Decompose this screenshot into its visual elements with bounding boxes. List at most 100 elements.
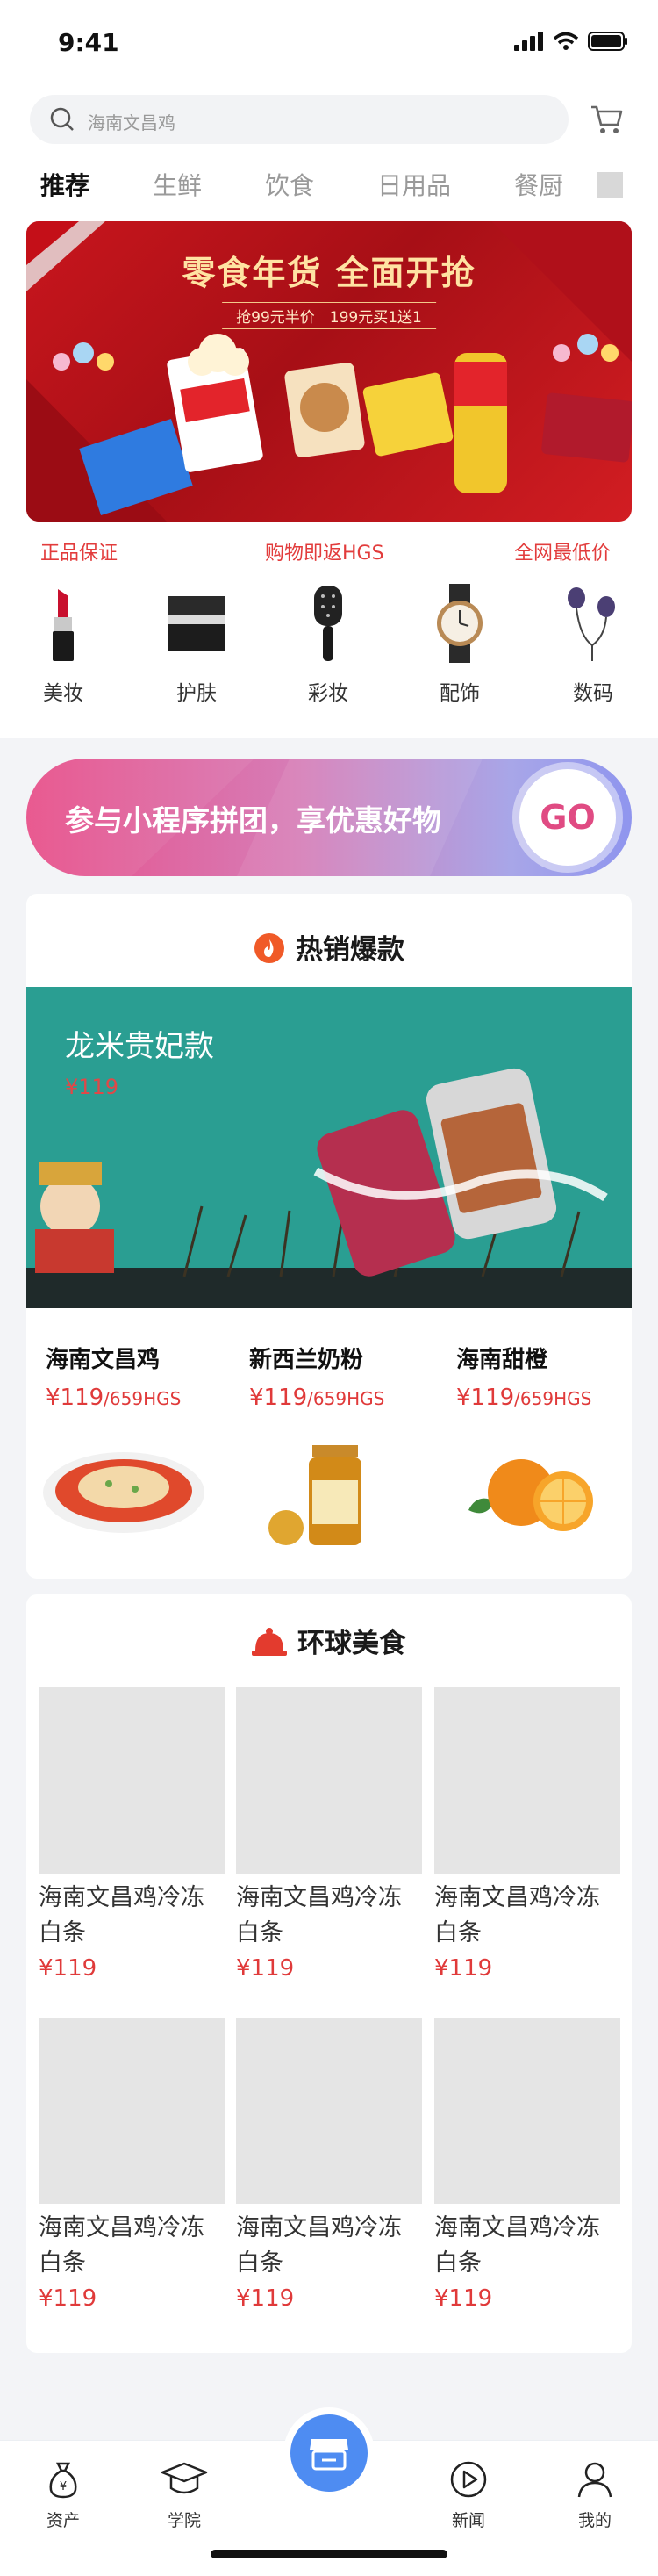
global-item[interactable]: 海南文昌鸡冷冻白条 ¥119 bbox=[236, 2018, 422, 2316]
category-cosmetics[interactable]: 彩妆 bbox=[284, 579, 372, 706]
hot-title-text: 热销爆款 bbox=[296, 934, 404, 966]
product-price: ¥119/659HGS bbox=[456, 1385, 592, 1411]
product-price: ¥119 bbox=[39, 1955, 97, 1982]
battery-icon bbox=[588, 32, 627, 51]
global-item[interactable]: 海南文昌鸡冷冻白条 ¥119 bbox=[39, 2018, 225, 2316]
global-title-text: 环球美食 bbox=[297, 1628, 406, 1659]
product-name: 海南文昌鸡冷冻白条 bbox=[39, 1884, 204, 1946]
store-button-circle bbox=[290, 2414, 368, 2492]
category-skincare[interactable]: 护肤 bbox=[153, 579, 240, 706]
user-icon bbox=[577, 2462, 612, 2498]
product-image-placeholder bbox=[434, 1687, 620, 1874]
graduation-cap-icon bbox=[161, 2462, 208, 2494]
tab-kitchen[interactable]: 餐厨 bbox=[514, 167, 563, 202]
tab-news[interactable]: 新闻 bbox=[433, 2460, 504, 2531]
money-bag-icon: ¥ bbox=[49, 2462, 77, 2499]
product-name: 海南文昌鸡冷冻白条 bbox=[236, 2214, 402, 2277]
category-label: 彩妆 bbox=[308, 682, 348, 705]
category-label: 美妆 bbox=[43, 682, 83, 705]
search-icon bbox=[50, 107, 74, 131]
category-label: 数码 bbox=[573, 682, 613, 705]
go-label: GO bbox=[540, 798, 596, 837]
global-item[interactable]: 海南文昌鸡冷冻白条 ¥119 bbox=[434, 2018, 620, 2316]
status-time: 9:41 bbox=[58, 28, 119, 57]
wifi-icon bbox=[553, 32, 579, 50]
global-item[interactable]: 海南文昌鸡冷冻白条 ¥119 bbox=[236, 1687, 422, 1986]
honey-jar-image bbox=[268, 1445, 361, 1545]
product-price: ¥119/659HGS bbox=[249, 1385, 385, 1411]
hero-product[interactable]: 龙米贵妃款 ¥119 bbox=[26, 987, 632, 1308]
product-image-placeholder bbox=[39, 1687, 225, 1874]
product-name: 海南文昌鸡冷冻白条 bbox=[39, 2214, 204, 2277]
status-icons bbox=[514, 32, 628, 51]
svg-text:¥: ¥ bbox=[60, 2480, 67, 2493]
product-price: ¥119 bbox=[39, 2285, 97, 2312]
hot-title: 热销爆款 bbox=[26, 927, 632, 967]
tab-recommend[interactable]: 推荐 bbox=[40, 167, 89, 202]
guarantee-authentic: 正品保证 bbox=[40, 543, 118, 565]
tab-food[interactable]: 饮食 bbox=[265, 167, 314, 202]
tab-fresh[interactable]: 生鲜 bbox=[153, 167, 202, 202]
product-name: 海南文昌鸡冷冻白条 bbox=[236, 1884, 402, 1946]
global-item[interactable]: 海南文昌鸡冷冻白条 ¥119 bbox=[434, 1687, 620, 1986]
tab-label: 资产 bbox=[46, 2511, 80, 2530]
search-input[interactable]: 海南文昌鸡 bbox=[30, 95, 569, 144]
tab-academy[interactable]: 学院 bbox=[149, 2460, 219, 2531]
store-button[interactable] bbox=[283, 2407, 375, 2499]
search-placeholder: 海南文昌鸡 bbox=[88, 112, 175, 133]
earphones-icon bbox=[568, 587, 615, 661]
cart-icon[interactable] bbox=[590, 104, 625, 135]
signal-icon bbox=[514, 32, 543, 51]
hot-product-orange[interactable]: 海南甜橙 ¥119/659HGS bbox=[456, 1342, 591, 1411]
fire-icon bbox=[254, 933, 284, 963]
category-accessories[interactable]: 配饰 bbox=[416, 579, 504, 706]
watch-icon bbox=[437, 584, 483, 663]
product-image-placeholder bbox=[434, 2018, 620, 2204]
tab-assets[interactable]: ¥ 资产 bbox=[28, 2460, 98, 2531]
banner-title: 零食年货 全面开抢 bbox=[182, 254, 476, 292]
hot-product-milk-powder[interactable]: 新西兰奶粉 ¥119/659HGS bbox=[249, 1342, 384, 1411]
guarantee-cashback: 购物即返HGS bbox=[265, 543, 384, 565]
skincare-box-icon bbox=[168, 596, 225, 651]
hero-price: ¥119 bbox=[65, 1075, 119, 1099]
tab-label: 我的 bbox=[577, 2511, 612, 2530]
go-button[interactable]: GO bbox=[519, 769, 616, 866]
category-tabs: 推荐 生鲜 饮食 日用品 餐厨 bbox=[0, 167, 658, 211]
group-buy-text: 参与小程序拼团，享优惠好物 bbox=[65, 803, 441, 838]
banner-subtitle: 抢99元半价 199元买1送1 bbox=[222, 302, 436, 329]
category-label: 配饰 bbox=[440, 682, 480, 705]
tab-label: 新闻 bbox=[451, 2511, 485, 2530]
tab-mine[interactable]: 我的 bbox=[560, 2460, 630, 2531]
category-digital[interactable]: 数码 bbox=[549, 579, 637, 706]
category-makeup[interactable]: 美妆 bbox=[19, 579, 107, 706]
category-label: 护肤 bbox=[176, 682, 217, 705]
orange-image bbox=[468, 1459, 593, 1531]
chicken-dish-image bbox=[43, 1452, 204, 1533]
product-name: 海南文昌鸡冷冻白条 bbox=[434, 1884, 600, 1946]
lipstick-icon bbox=[53, 589, 74, 661]
product-price: ¥119 bbox=[236, 2285, 295, 2312]
store-icon bbox=[310, 2439, 348, 2471]
tab-daily[interactable]: 日用品 bbox=[377, 167, 451, 202]
tabs-more-icon[interactable] bbox=[597, 172, 623, 198]
hero-name: 龙米贵妃款 bbox=[65, 1029, 214, 1064]
product-name: 海南文昌鸡 bbox=[46, 1347, 161, 1373]
product-image-placeholder bbox=[236, 1687, 422, 1874]
global-item[interactable]: 海南文昌鸡冷冻白条 ¥119 bbox=[39, 1687, 225, 1986]
product-price: ¥119 bbox=[434, 1955, 493, 1982]
group-buy-banner[interactable]: 参与小程序拼团，享优惠好物 GO bbox=[26, 759, 632, 876]
product-image-placeholder bbox=[39, 2018, 225, 2204]
home-indicator[interactable] bbox=[211, 2550, 447, 2558]
dish-cover-icon bbox=[252, 1628, 287, 1656]
play-icon bbox=[450, 2461, 487, 2498]
product-image-placeholder bbox=[236, 2018, 422, 2204]
product-price: ¥119/659HGS bbox=[46, 1385, 182, 1411]
product-price: ¥119 bbox=[236, 1955, 295, 1982]
hot-product-chicken[interactable]: 海南文昌鸡 ¥119/659HGS bbox=[46, 1342, 181, 1411]
promo-banner[interactable]: 零食年货 全面开抢 抢99元半价 199元买1送1 bbox=[26, 221, 632, 522]
guarantee-lowest-price: 全网最低价 bbox=[514, 543, 612, 565]
product-price: ¥119 bbox=[434, 2285, 493, 2312]
tab-label: 学院 bbox=[167, 2511, 201, 2530]
global-title: 环球美食 bbox=[26, 1621, 632, 1660]
status-bar: 9:41 bbox=[0, 0, 658, 84]
